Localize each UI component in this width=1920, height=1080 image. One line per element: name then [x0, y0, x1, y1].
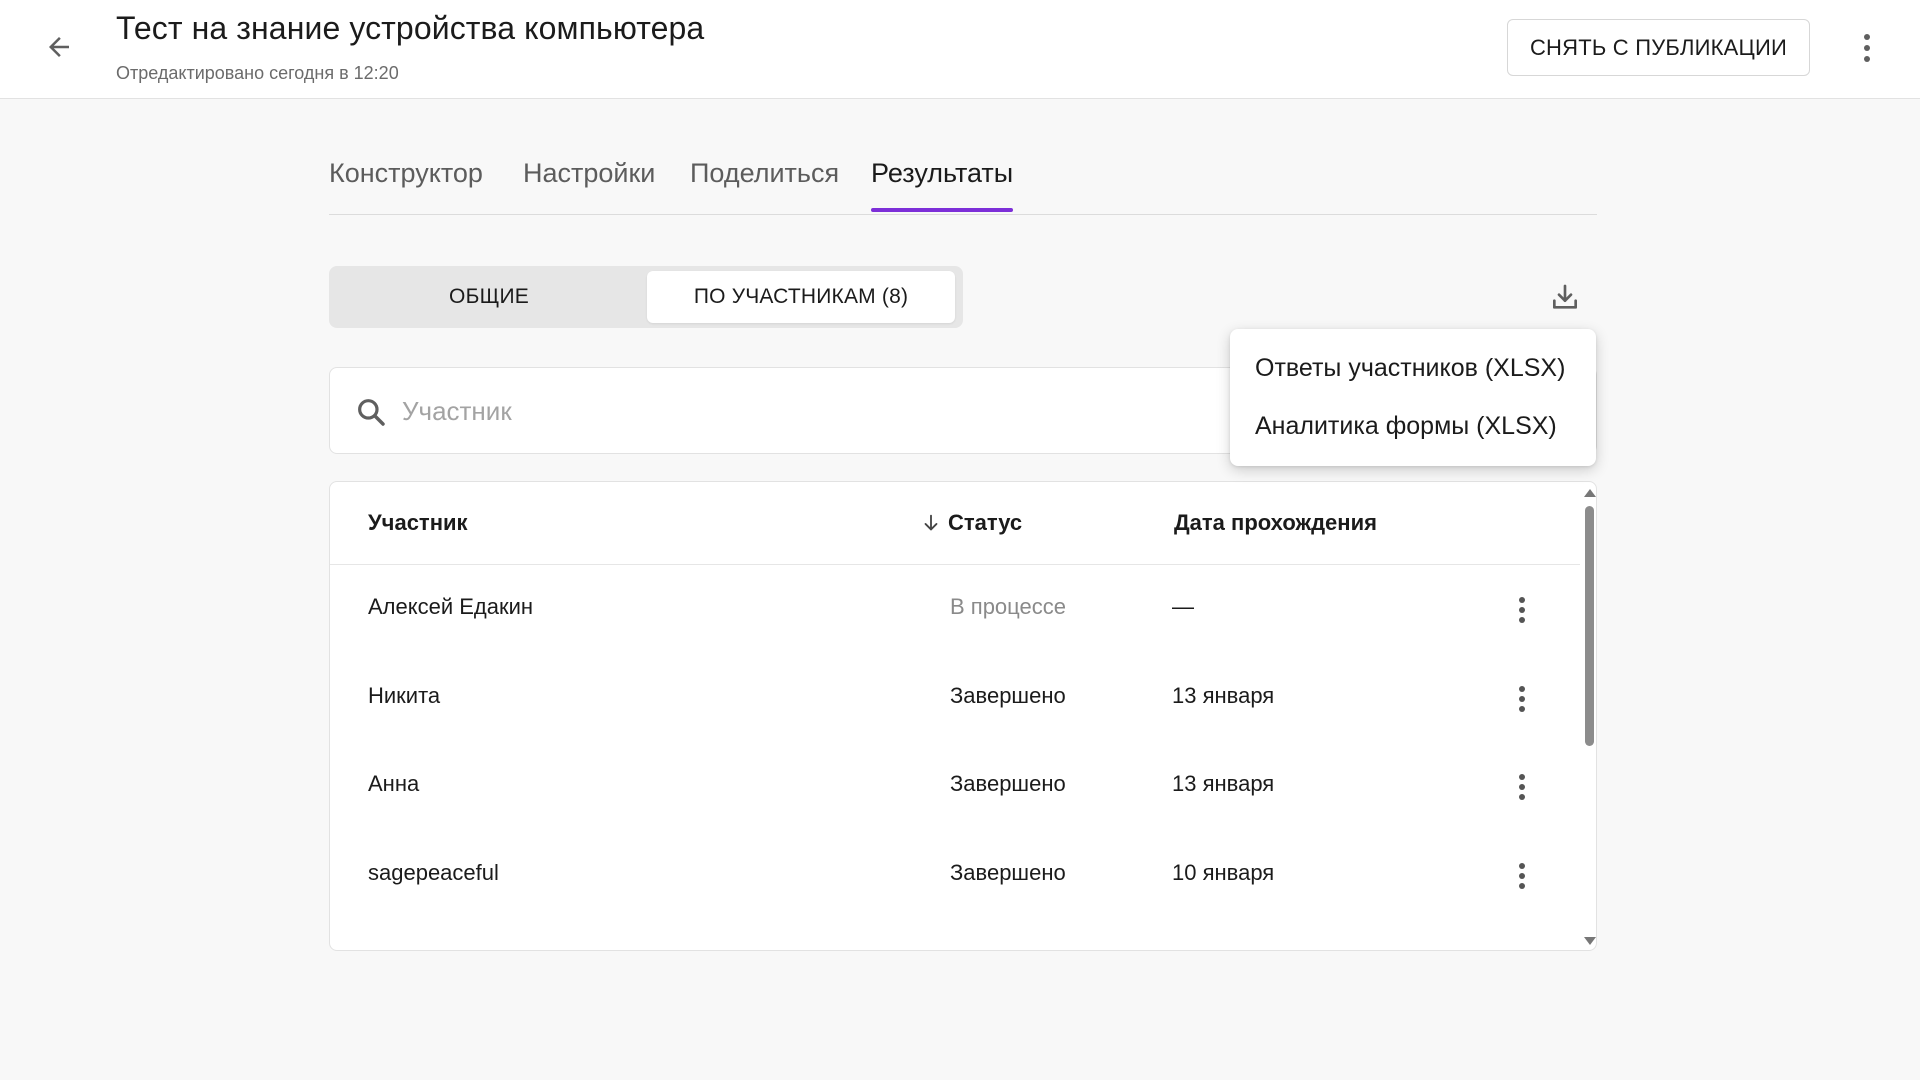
row-more-button[interactable] — [1510, 856, 1534, 896]
row-more-button[interactable] — [1510, 679, 1534, 719]
arrow-left-icon — [49, 37, 69, 57]
scroll-down-arrow[interactable] — [1584, 937, 1596, 945]
column-status-label: Статус — [948, 510, 1023, 535]
general-view-button[interactable]: ОБЩИЕ — [334, 271, 644, 323]
unpublish-button[interactable]: СНЯТЬ С ПУБЛИКАЦИИ — [1507, 19, 1810, 76]
by-participants-view-button[interactable]: ПО УЧАСТНИКАМ (8) — [647, 271, 955, 323]
page-title: Тест на знание устройства компьютера — [116, 10, 705, 46]
participant-name: Никита — [368, 683, 441, 708]
column-status[interactable]: Статус — [920, 510, 1022, 536]
more-vertical-icon — [1519, 774, 1525, 800]
column-date: Дата прохождения — [1174, 510, 1377, 535]
participant-date: — — [1172, 594, 1194, 619]
edited-timestamp: Отредактировано сегодня в 12:20 — [116, 63, 399, 83]
row-more-button[interactable] — [1510, 590, 1534, 630]
back-button[interactable] — [40, 28, 78, 66]
scroll-up-arrow[interactable] — [1584, 489, 1596, 497]
tab-results[interactable]: Результаты — [871, 158, 1014, 212]
export-menu: Ответы участников (XLSX) Аналитика формы… — [1230, 329, 1596, 466]
more-vertical-icon — [1519, 686, 1525, 712]
row-more-button[interactable] — [1510, 767, 1534, 807]
download-button[interactable] — [1545, 278, 1585, 318]
results-view-switch: ОБЩИЕ ПО УЧАСТНИКАМ (8) — [329, 266, 963, 328]
participant-status: Завершено — [950, 683, 1066, 708]
more-vertical-icon — [1519, 863, 1525, 889]
search-input[interactable] — [402, 388, 1302, 434]
participant-date: 13 января — [1172, 771, 1275, 796]
participant-name: sagepeaceful — [368, 860, 499, 885]
participant-status: Завершено — [950, 860, 1066, 885]
tab-constructor[interactable]: Конструктор — [329, 158, 483, 211]
scrollbar-thumb[interactable] — [1585, 506, 1594, 746]
tab-settings[interactable]: Настройки — [523, 158, 655, 211]
form-tabs: Конструктор Настройки Поделиться Результ… — [329, 140, 1597, 215]
table-scrollbar[interactable] — [1581, 482, 1596, 950]
column-participant: Участник — [368, 510, 468, 535]
table-row[interactable]: Анна Завершено 13 января — [330, 743, 1580, 831]
participant-date: 10 января — [1172, 860, 1275, 885]
tab-share[interactable]: Поделиться — [690, 158, 839, 211]
participant-date: 13 января — [1172, 683, 1275, 708]
participants-table: Участник Статус Дата прохождения Алексей… — [329, 481, 1597, 951]
participant-status: Завершено — [950, 771, 1066, 796]
participant-name: Алексей Едакин — [368, 594, 534, 619]
top-bar: Тест на знание устройства компьютера Отр… — [0, 0, 1920, 99]
export-analytics-xlsx[interactable]: Аналитика формы (XLSX) — [1230, 397, 1596, 455]
table-header: Участник Статус Дата прохождения — [330, 482, 1580, 565]
more-vertical-icon — [1519, 597, 1525, 623]
participant-name: Анна — [368, 771, 420, 796]
search-icon — [358, 399, 385, 426]
export-answers-xlsx[interactable]: Ответы участников (XLSX) — [1230, 339, 1596, 397]
table-row[interactable]: Никита Завершено 13 января — [330, 655, 1580, 743]
table-row[interactable]: sagepeaceful Завершено 10 января — [330, 832, 1580, 920]
participant-status: В процессе — [950, 594, 1066, 619]
header-more-button[interactable] — [1854, 28, 1880, 68]
table-row[interactable]: Алексей Едакин В процессе — — [330, 566, 1580, 654]
more-vertical-icon — [1864, 34, 1870, 62]
download-icon — [1553, 284, 1577, 309]
arrow-down-icon — [924, 514, 938, 531]
